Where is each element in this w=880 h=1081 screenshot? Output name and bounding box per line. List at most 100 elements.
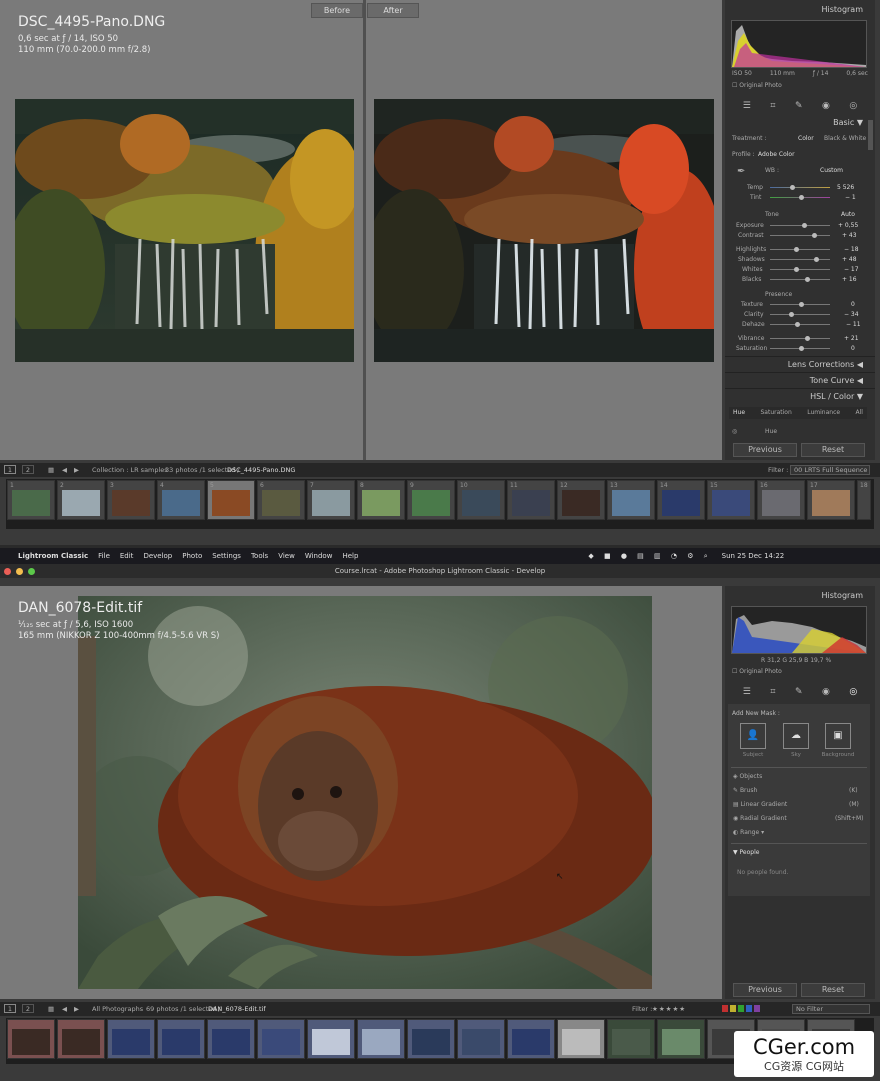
tint-slider[interactable] [770, 195, 830, 200]
collection-source[interactable]: Collection : LR samples [92, 463, 168, 477]
reset-button[interactable]: Reset [801, 443, 865, 457]
mask-brush[interactable]: ✎ Brush [733, 787, 757, 794]
thumb-9[interactable]: 9 [407, 480, 455, 520]
tone-auto-button[interactable]: Auto [841, 211, 855, 218]
mask-range[interactable]: ◐ Range ▾ [733, 829, 764, 836]
redeye-icon[interactable]: ◉ [822, 687, 830, 697]
wb-value[interactable]: Custom [820, 167, 843, 174]
hsl-tab-saturation[interactable]: Saturation [760, 409, 791, 417]
original-photo-checkbox[interactable]: ☐ Original Photo [732, 668, 782, 675]
rating-filter-stars[interactable]: ★★★★★ [652, 1002, 686, 1016]
temp-slider[interactable] [770, 185, 830, 190]
filter-select[interactable]: No Filter [792, 1004, 870, 1014]
edit-sliders-icon[interactable]: ☰ [743, 687, 751, 697]
page-2-button[interactable]: 2 [22, 1004, 34, 1013]
basic-header[interactable]: Basic ▼ [725, 115, 875, 131]
selected-file[interactable]: DAN_6078-Edit.tif [208, 1002, 266, 1016]
hsl-header[interactable]: HSL / Color ▼ [725, 388, 875, 404]
after-photo[interactable] [374, 99, 714, 362]
treatment-color[interactable]: Color [798, 135, 814, 142]
thumb-4[interactable]: 4 [157, 480, 205, 520]
thumb[interactable] [7, 1019, 55, 1059]
mask-background-button[interactable]: ▣ [825, 723, 851, 749]
back-arrow-icon[interactable]: ◀ [62, 1002, 67, 1016]
thumb-15[interactable]: 15 [707, 480, 755, 520]
treatment-bw[interactable]: Black & White [824, 135, 866, 142]
thumb-7[interactable]: 7 [307, 480, 355, 520]
thumb-6[interactable]: 6 [257, 480, 305, 520]
dehaze-knob[interactable] [795, 322, 800, 327]
lens-corrections-header[interactable]: Lens Corrections ◀ [725, 356, 875, 372]
clarity-value[interactable]: − 34 [844, 311, 859, 318]
thumb[interactable] [407, 1019, 455, 1059]
crop-icon[interactable]: ⌗ [770, 687, 775, 697]
hsl-tab-luminance[interactable]: Luminance [807, 409, 840, 417]
clarity-slider[interactable] [770, 312, 830, 317]
thumb-17[interactable]: 17 [807, 480, 855, 520]
edit-sliders-icon[interactable]: ☰ [743, 101, 751, 111]
thumb[interactable] [207, 1019, 255, 1059]
healing-icon[interactable]: ✎ [795, 101, 803, 111]
mask-radial[interactable]: ◉ Radial Gradient [733, 815, 787, 822]
whites-knob[interactable] [794, 267, 799, 272]
zoom-icon[interactable] [28, 568, 35, 575]
vibrance-value[interactable]: + 21 [844, 335, 859, 342]
highlights-slider[interactable] [770, 247, 830, 252]
thumb-18[interactable]: 18 [857, 480, 871, 520]
thumb-5-selected[interactable]: 5 [207, 480, 255, 520]
previous-button[interactable]: Previous [733, 983, 797, 997]
temp-value[interactable]: 5 526 [837, 184, 854, 191]
tone-curve-header[interactable]: Tone Curve ◀ [725, 372, 875, 388]
collection-source[interactable]: All Photographs [92, 1002, 143, 1016]
menu-file[interactable]: File [98, 552, 110, 560]
original-photo-checkbox[interactable]: ☐ Original Photo [732, 82, 782, 89]
contrast-slider[interactable] [770, 233, 830, 238]
saturation-slider[interactable] [770, 346, 830, 351]
menu-window[interactable]: Window [305, 552, 333, 560]
mask-linear[interactable]: ▤ Linear Gradient [733, 801, 787, 808]
thumb[interactable] [457, 1019, 505, 1059]
profile-value[interactable]: Adobe Color [758, 151, 795, 158]
thumb-8[interactable]: 8 [357, 480, 405, 520]
contrast-value[interactable]: + 43 [842, 232, 857, 239]
thumb-2[interactable]: 2 [57, 480, 105, 520]
highlights-value[interactable]: − 18 [844, 246, 859, 253]
thumb-1[interactable]: 1 [7, 480, 55, 520]
grid-icon[interactable]: ▦ [48, 463, 54, 477]
dehaze-slider[interactable] [770, 322, 830, 327]
temp-knob[interactable] [790, 185, 795, 190]
vibrance-knob[interactable] [805, 336, 810, 341]
healing-icon[interactable]: ✎ [795, 687, 803, 697]
right-panel-scrollbar[interactable] [868, 120, 873, 150]
shadows-slider[interactable] [770, 257, 830, 262]
mask-subject-button[interactable]: 👤 [740, 723, 766, 749]
shadows-value[interactable]: + 48 [842, 256, 857, 263]
page-1-button[interactable]: 1 [4, 1004, 16, 1013]
thumb-12[interactable]: 12 [557, 480, 605, 520]
histogram-header[interactable]: Histogram [725, 2, 875, 18]
close-icon[interactable] [4, 568, 11, 575]
page-2-button[interactable]: 2 [22, 465, 34, 474]
tint-knob[interactable] [799, 195, 804, 200]
thumb-14[interactable]: 14 [657, 480, 705, 520]
contrast-knob[interactable] [812, 233, 817, 238]
thumb[interactable] [107, 1019, 155, 1059]
thumb-10[interactable]: 10 [457, 480, 505, 520]
crop-icon[interactable]: ⌗ [770, 101, 775, 111]
dehaze-value[interactable]: − 11 [846, 321, 861, 328]
thumb-16[interactable]: 16 [757, 480, 805, 520]
selected-file[interactable]: DSC_4495-Pano.DNG [227, 463, 295, 477]
thumb[interactable] [357, 1019, 405, 1059]
main-photo[interactable] [78, 596, 652, 989]
thumb[interactable] [157, 1019, 205, 1059]
thumb-11[interactable]: 11 [507, 480, 555, 520]
menu-view[interactable]: View [278, 552, 295, 560]
mask-objects[interactable]: ◈ Objects [733, 773, 762, 780]
back-arrow-icon[interactable]: ◀ [62, 463, 67, 477]
thumb[interactable] [307, 1019, 355, 1059]
thumb-13[interactable]: 13 [607, 480, 655, 520]
menu-app[interactable]: Lightroom Classic [18, 552, 88, 560]
minimize-icon[interactable] [16, 568, 23, 575]
split-divider[interactable] [363, 0, 366, 460]
saturation-value[interactable]: 0 [851, 345, 855, 352]
